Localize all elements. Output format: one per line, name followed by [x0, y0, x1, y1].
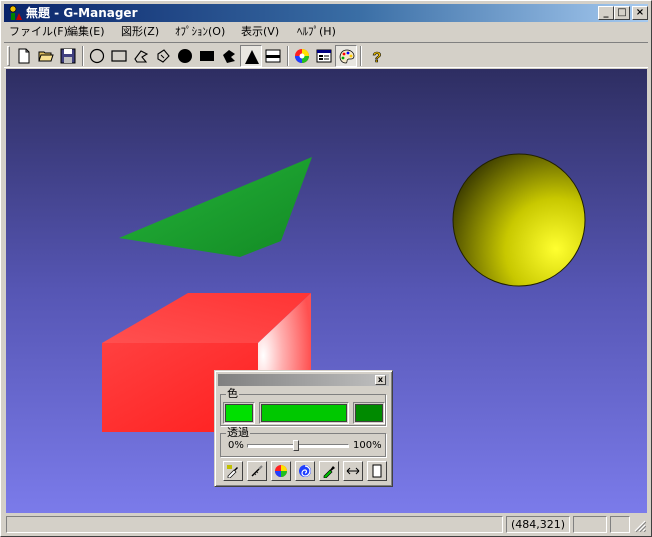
- filled-triangle-icon: [245, 50, 259, 64]
- toolbar-grip[interactable]: [7, 46, 10, 66]
- toolbar: ?: [4, 42, 648, 68]
- help-button[interactable]: ?: [366, 45, 388, 67]
- frame-tool-button[interactable]: [262, 45, 284, 67]
- filled-circle-icon: [178, 49, 192, 63]
- blank-color-button[interactable]: [367, 461, 387, 481]
- palette-icon: [339, 49, 355, 64]
- menu-file[interactable]: ファイル(F): [6, 24, 71, 40]
- toolbar-separator: [360, 46, 362, 66]
- save-disk-icon: [60, 48, 76, 64]
- menu-view[interactable]: 表示(V): [238, 24, 282, 40]
- eyedropper-button[interactable]: [319, 461, 339, 481]
- swap-arrows-icon: [346, 467, 360, 475]
- properties-dialog-icon: [316, 49, 332, 63]
- status-coordinates: (484,321): [506, 516, 570, 533]
- menu-bar: ファイル(F) 編集(E) 図形(Z) ｵﾌﾟｼｮﾝ(O) 表示(V) ﾍﾙﾌﾟ…: [4, 23, 648, 41]
- fill-color-swatch[interactable]: [223, 402, 255, 424]
- save-button[interactable]: [57, 45, 79, 67]
- help-icon: ?: [372, 49, 382, 64]
- open-button[interactable]: [35, 45, 57, 67]
- menu-help[interactable]: ﾍﾙﾌﾟ(H): [294, 24, 339, 40]
- status-panel-2: [573, 516, 607, 533]
- new-file-icon: [18, 48, 30, 64]
- color-wheel-icon: [295, 49, 309, 63]
- minimize-icon: _: [603, 7, 609, 18]
- transparency-max-label: 100%: [353, 440, 382, 451]
- open-folder-icon: [38, 51, 54, 62]
- color-wheel-button[interactable]: [291, 45, 313, 67]
- color-wheel-icon: [275, 465, 287, 477]
- window-title: 無題 - G-Manager: [26, 6, 138, 20]
- filled-polygon-icon: [223, 50, 235, 63]
- properties-button[interactable]: [313, 45, 335, 67]
- transparency-min-label: 0%: [228, 440, 244, 451]
- new-file-button[interactable]: [13, 45, 35, 67]
- polygon-icon: [134, 50, 149, 63]
- rectangle-icon: [111, 50, 127, 62]
- close-icon: ×: [635, 7, 645, 18]
- fill-color-value: [225, 404, 253, 422]
- toolbar-separator: [82, 46, 84, 66]
- filled-circle-tool-button[interactable]: [174, 45, 196, 67]
- status-panel-3: [610, 516, 630, 533]
- yellow-sphere[interactable]: [452, 153, 586, 287]
- swap-colors-button[interactable]: [343, 461, 363, 481]
- filled-triangle-tool-button[interactable]: [240, 45, 262, 67]
- close-button[interactable]: ×: [632, 6, 648, 20]
- ellipse-tool-button[interactable]: [86, 45, 108, 67]
- frame-icon: [265, 49, 281, 63]
- blank-swatch-icon: [372, 464, 382, 478]
- close-icon: x: [377, 375, 384, 384]
- toolbar-separator: [287, 46, 289, 66]
- polygon-tool-button[interactable]: [130, 45, 152, 67]
- maximize-icon: □: [617, 7, 627, 18]
- eyedropper-fill-icon: [227, 465, 238, 478]
- filled-rectangle-tool-button[interactable]: [196, 45, 218, 67]
- green-triangle[interactable]: [119, 157, 312, 257]
- gradient-color-swatch[interactable]: [259, 402, 349, 424]
- status-message-panel: [6, 516, 503, 533]
- ellipse-icon: [89, 48, 105, 64]
- menu-options[interactable]: ｵﾌﾟｼｮﾝ(O): [172, 24, 228, 40]
- title-bar[interactable]: 無題 - G-Manager _ □ ×: [4, 4, 648, 22]
- help-glyph: ?: [372, 49, 381, 64]
- minimize-button[interactable]: _: [598, 6, 614, 20]
- maximize-button[interactable]: □: [614, 6, 630, 20]
- color-panel: x 色 透過 0% 100%: [214, 370, 393, 487]
- color-picker-button[interactable]: [271, 461, 291, 481]
- filled-rectangle-icon: [200, 51, 214, 61]
- line-color-swatch[interactable]: [353, 402, 385, 424]
- line-color-value: [355, 404, 383, 422]
- palette-button[interactable]: [335, 45, 357, 67]
- eyedropper-icon: [323, 466, 335, 478]
- color-panel-close-button[interactable]: x: [375, 375, 386, 385]
- app-icon: [9, 5, 22, 20]
- color-group-label: 色: [226, 387, 239, 400]
- color-panel-titlebar[interactable]: x: [218, 374, 389, 386]
- swirl-icon: [299, 465, 311, 477]
- status-bar: (484,321): [4, 515, 648, 534]
- rectangle-tool-button[interactable]: [108, 45, 130, 67]
- menu-edit[interactable]: 編集(E): [64, 24, 108, 40]
- brush-tool-button[interactable]: [247, 461, 267, 481]
- brush-icon: [251, 465, 263, 477]
- resize-grip-icon[interactable]: [634, 520, 646, 532]
- transparency-group-label: 透過: [226, 426, 250, 439]
- transparency-slider-thumb[interactable]: [293, 440, 300, 451]
- gradient-swirl-button[interactable]: [295, 461, 315, 481]
- rotated-shape-icon: [157, 49, 170, 63]
- menu-shape[interactable]: 図形(Z): [118, 24, 162, 40]
- gradient-color-value: [261, 404, 347, 422]
- filled-polygon-tool-button[interactable]: [218, 45, 240, 67]
- main-window: 無題 - G-Manager _ □ × ファイル(F) 編集(E) 図形(Z)…: [0, 0, 652, 537]
- rotated-shape-tool-button[interactable]: [152, 45, 174, 67]
- fill-tool-button[interactable]: [223, 461, 243, 481]
